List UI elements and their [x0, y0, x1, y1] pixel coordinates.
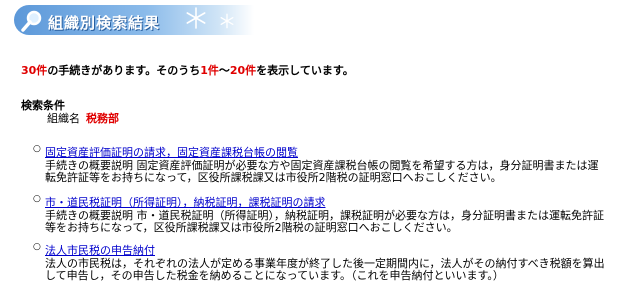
result-item: ○ 固定資産評価証明の請求，固定資産課税台帳の閲覧 手続きの概要説明 固定資産評… — [33, 144, 605, 184]
range-to: 20件 — [229, 64, 257, 77]
bullet-icon: ○ — [33, 144, 41, 154]
range-from: 1件 — [200, 64, 219, 77]
summary-text-1: の手続きがあります。そのうち — [47, 64, 201, 77]
condition-label: 組織名 — [47, 112, 80, 125]
result-description: 手続きの概要説明 固定資産評価証明が必要な方や固定資産課税台帳の閲覧を希望する方… — [45, 159, 599, 184]
result-item: ○ 市・道民税証明（所得証明），納税証明，課税証明の請求 手続きの概要説明 市・… — [33, 194, 605, 234]
result-link[interactable]: 法人市民税の申告納付 — [45, 244, 155, 257]
search-condition-row: 組織名 税務部 — [47, 110, 119, 126]
result-link[interactable]: 固定資産評価証明の請求，固定資産課税台帳の閲覧 — [45, 146, 298, 159]
bullet-icon: ○ — [33, 242, 41, 252]
range-separator: 〜 — [218, 64, 230, 77]
result-description: 手続きの概要説明 市・道民税証明（所得証明），納税証明，課税証明が必要な方は，身… — [45, 209, 604, 234]
snowflake-icon — [186, 7, 206, 29]
result-item: ○ 法人市民税の申告納付 法人の市民税は，それぞれの法人が定める事業年度が終了し… — [33, 242, 605, 282]
condition-value: 税務部 — [86, 112, 119, 125]
bullet-icon: ○ — [33, 194, 41, 204]
page-header-banner: 組織別検索結果 — [14, 5, 254, 35]
magnifier-icon — [21, 10, 42, 32]
page-title: 組織別検索結果 — [48, 14, 161, 32]
result-description: 法人の市民税は，それぞれの法人が定める事業年度が終了した後一定期間内に，法人がそ… — [45, 257, 605, 282]
result-link[interactable]: 市・道民税証明（所得証明），納税証明，課税証明の請求 — [45, 196, 326, 209]
summary-text-2: を表示しています。 — [256, 64, 354, 77]
total-count: 30件 — [21, 64, 48, 77]
snowflake-icon — [220, 13, 234, 29]
result-summary: 30件の手続きがあります。そのうち1件〜20件を表示しています。 — [21, 62, 354, 78]
